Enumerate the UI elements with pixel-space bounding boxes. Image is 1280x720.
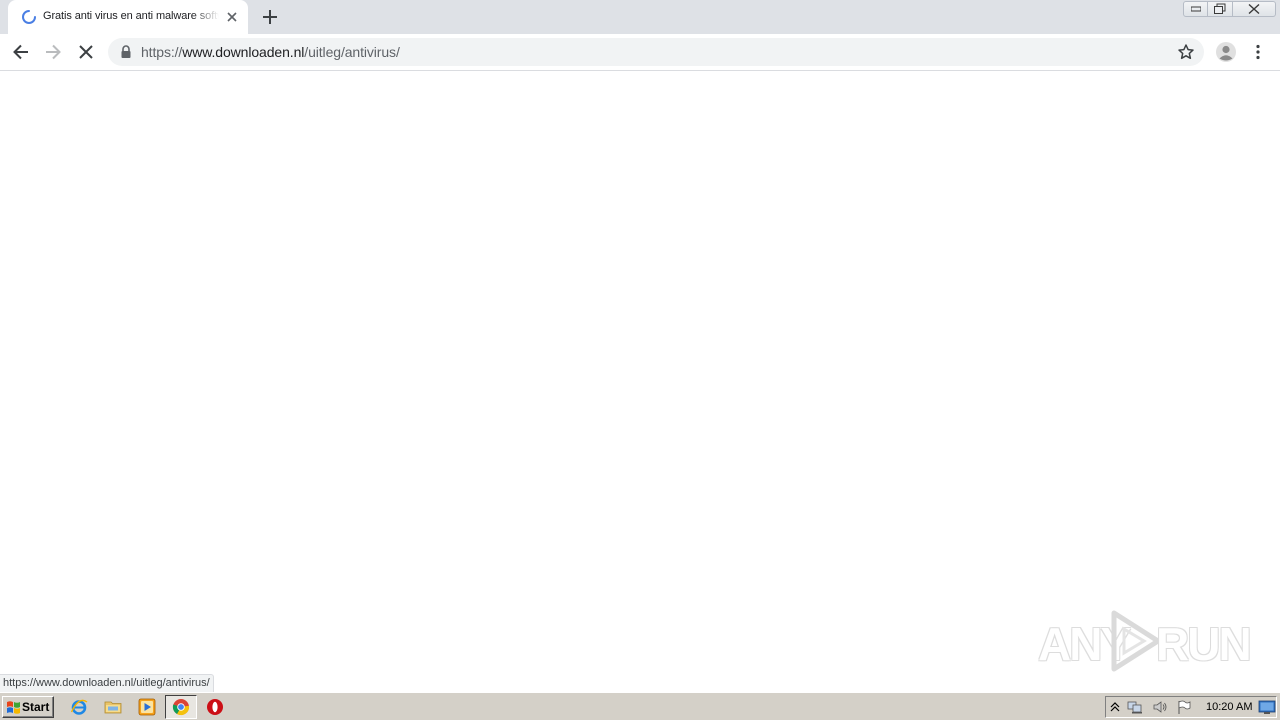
browser-toolbar: https://www.downloaden.nl/uitleg/antivir… [0,34,1280,71]
start-button[interactable]: Start [2,696,54,718]
browser-tab[interactable]: Gratis anti virus en anti malware softwa… [8,0,248,34]
windows-logo-icon [7,701,20,714]
anyrun-watermark: ANY RUN [1036,605,1252,675]
chevron-up-icon[interactable] [1109,699,1121,715]
link-status-bubble: https://www.downloaden.nl/uitleg/antivir… [0,674,214,692]
tab-title: Gratis anti virus en anti malware softwa… [43,10,219,22]
windows-explorer-icon[interactable] [104,698,122,716]
close-icon [1248,4,1260,14]
chrome-taskbar-button[interactable] [165,695,197,719]
restore-icon [1214,3,1226,14]
address-bar[interactable]: https://www.downloaden.nl/uitleg/antivir… [108,38,1204,66]
window-minimize-button[interactable] [1183,1,1208,17]
url-text[interactable]: https://www.downloaden.nl/uitleg/antivir… [141,44,400,60]
volume-icon[interactable] [1152,699,1168,715]
window-close-button[interactable] [1233,1,1276,17]
network-icon[interactable] [1127,699,1143,715]
chrome-icon [172,699,190,716]
tab-close-icon[interactable] [224,9,240,25]
profile-avatar-icon[interactable] [1215,41,1237,63]
stop-loading-icon[interactable] [77,43,95,61]
internet-explorer-icon[interactable] [70,698,88,716]
action-center-flag-icon[interactable] [1176,699,1192,715]
loading-spinner-icon [22,10,36,24]
lock-icon[interactable] [120,45,132,59]
url-path: /uitleg/antivirus/ [304,44,400,60]
opera-icon[interactable] [206,698,224,716]
back-arrow-icon[interactable] [12,43,30,61]
taskbar-clock[interactable]: 10:20 AM [1206,701,1252,713]
media-player-icon[interactable] [138,698,156,716]
start-label: Start [22,700,50,714]
show-desktop-icon[interactable] [1258,699,1276,715]
bookmark-star-icon[interactable] [1177,43,1195,61]
url-host: www.downloaden.nl [182,44,305,60]
page-viewport [0,72,1280,692]
windows-taskbar: Start 10:20 AM [0,692,1280,720]
url-scheme: https:// [141,44,183,60]
minimize-icon [1190,6,1201,12]
tab-strip: Gratis anti virus en anti malware softwa… [0,0,1280,34]
forward-arrow-icon[interactable] [44,43,62,61]
system-tray: 10:20 AM [1105,696,1277,718]
window-restore-button[interactable] [1208,1,1233,17]
watermark-right-text: RUN [1156,618,1252,670]
new-tab-icon[interactable] [260,7,280,27]
kebab-menu-icon[interactable] [1249,43,1267,61]
